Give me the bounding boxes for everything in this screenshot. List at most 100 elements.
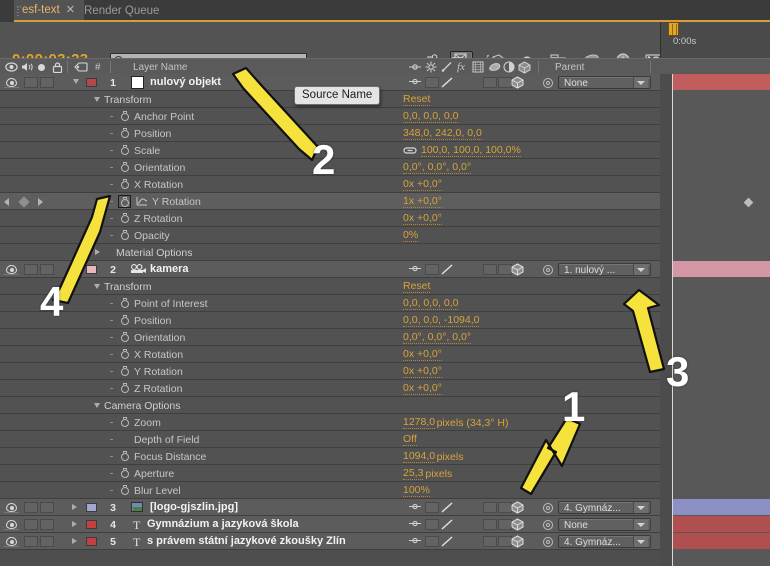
stopwatch-icon[interactable] [120, 162, 130, 173]
pick-whip-icon[interactable] [543, 520, 553, 530]
layer-duration-bar[interactable] [673, 74, 770, 90]
layer-twirl-toggle[interactable] [72, 538, 77, 544]
quality-switch[interactable] [425, 502, 439, 513]
solo-switch-toggle[interactable] [40, 519, 54, 530]
draft-quality-icon[interactable] [440, 263, 454, 278]
stopwatch-icon[interactable] [120, 485, 130, 496]
audio-switch-toggle[interactable] [24, 519, 38, 530]
frame-blend-switch[interactable] [498, 502, 512, 513]
add-keyframe-icon[interactable] [18, 195, 30, 208]
group-twirl-toggle[interactable] [95, 249, 100, 255]
property-name[interactable]: Point of Interest [134, 298, 208, 310]
stopwatch-icon[interactable] [120, 230, 130, 241]
group-twirl-toggle[interactable] [94, 403, 100, 408]
property-name[interactable]: Opacity [134, 230, 170, 242]
property-name[interactable]: Y Rotation [152, 196, 201, 208]
value-graph-icon[interactable] [136, 196, 148, 209]
property-value[interactable]: 0,0, 0,0, 0,0 [403, 111, 459, 123]
solo-switch-toggle[interactable] [40, 502, 54, 513]
property-value[interactable]: 0% [403, 230, 419, 242]
column-parent-header[interactable]: Parent [555, 62, 584, 73]
property-value[interactable]: 348,0, 242,0, 0,0 [403, 128, 482, 140]
layer-row[interactable]: 4 T Gymnázium a jazyková škola None [0, 516, 770, 533]
audio-switch-toggle[interactable] [24, 264, 38, 275]
group-twirl-toggle[interactable] [94, 97, 100, 102]
stopwatch-icon[interactable] [120, 315, 130, 326]
property-value[interactable]: 1x +0,0° [403, 196, 442, 208]
property-name[interactable]: X Rotation [134, 349, 183, 361]
a-v-features-icon[interactable] [408, 263, 422, 276]
layer-row[interactable]: 3 [logo-gjszlin.jpg] 4. Gymnáz... [0, 499, 770, 516]
property-name[interactable]: Orientation [134, 332, 185, 344]
video-switch-toggle[interactable] [5, 503, 18, 512]
effects-switch[interactable] [483, 502, 497, 513]
keyframe-navigator[interactable] [4, 195, 46, 208]
layer-duration-bar[interactable] [673, 516, 770, 532]
layer-twirl-toggle[interactable] [73, 79, 79, 84]
3d-layer-switch-icon[interactable] [511, 76, 524, 89]
parent-dropdown[interactable]: None [558, 518, 651, 531]
parent-dropdown[interactable]: 1. nulový ... [558, 263, 651, 276]
layer-name[interactable]: nulový objekt [150, 76, 221, 88]
property-group-name[interactable]: Transform [104, 281, 151, 293]
stopwatch-icon[interactable] [120, 332, 130, 343]
solo-switch-toggle[interactable] [40, 264, 54, 275]
layer-duration-bar[interactable] [673, 261, 770, 277]
video-switch-toggle[interactable] [5, 265, 18, 274]
property-name[interactable]: Zoom [134, 417, 161, 429]
property-value[interactable]: 0x +0,0° [403, 213, 442, 225]
layer-row[interactable]: 1 nulový objekt None [0, 74, 770, 91]
tab-render-queue[interactable]: Render Queue [76, 0, 168, 22]
property-name[interactable]: Aperture [134, 468, 174, 480]
current-time-indicator[interactable] [672, 74, 673, 566]
quality-switch[interactable] [425, 77, 439, 88]
property-name[interactable]: Z Rotation [134, 383, 182, 395]
property-value[interactable]: 0x +0,0° [403, 179, 442, 191]
quality-switch[interactable] [425, 264, 439, 275]
property-name[interactable]: Z Rotation [134, 213, 182, 225]
3d-layer-switch-icon[interactable] [511, 535, 524, 548]
layer-row[interactable]: 2 kamera 1. nulový ... [0, 261, 770, 278]
group-twirl-toggle[interactable] [94, 284, 100, 289]
property-group-name[interactable]: Camera Options [104, 400, 180, 412]
layer-duration-bar[interactable] [673, 533, 770, 549]
layer-duration-bar[interactable] [673, 499, 770, 515]
layer-name[interactable]: [logo-gjszlin.jpg] [150, 501, 238, 513]
audio-switch-toggle[interactable] [24, 77, 38, 88]
pick-whip-icon[interactable] [543, 265, 553, 275]
layer-row[interactable]: 5 Ts právem státní jazykové zkoušky Zlín 4… [0, 533, 770, 550]
timeline-ruler[interactable]: 0:00s [660, 22, 770, 58]
stopwatch-icon[interactable] [120, 179, 130, 190]
property-value[interactable]: 0x +0,0° [403, 349, 442, 361]
parent-dropdown[interactable]: None [558, 76, 651, 89]
label-color-swatch[interactable] [86, 265, 97, 274]
3d-layer-switch-icon[interactable] [511, 263, 524, 276]
property-value[interactable]: 1094,0 [403, 451, 436, 463]
current-time-indicator-handle[interactable] [668, 22, 679, 36]
layer-twirl-toggle[interactable] [72, 521, 77, 527]
a-v-features-icon[interactable] [408, 518, 422, 531]
label-color-swatch[interactable] [86, 520, 97, 529]
label-color-swatch[interactable] [86, 503, 97, 512]
video-switch-toggle[interactable] [5, 78, 18, 87]
draft-quality-icon[interactable] [440, 535, 454, 550]
layer-twirl-toggle[interactable] [73, 266, 79, 271]
effects-switch[interactable] [483, 519, 497, 530]
property-name[interactable]: Position [134, 128, 171, 140]
property-value[interactable]: 100% [403, 485, 430, 497]
effects-switch[interactable] [483, 77, 497, 88]
stopwatch-icon[interactable] [120, 128, 130, 139]
stopwatch-icon[interactable] [120, 383, 130, 394]
previous-keyframe-icon[interactable] [4, 197, 9, 206]
audio-switch-toggle[interactable] [24, 536, 38, 547]
property-group-name[interactable]: Transform [104, 94, 151, 106]
pick-whip-icon[interactable] [543, 537, 553, 547]
a-v-features-icon[interactable] [408, 76, 422, 89]
quality-switch[interactable] [425, 536, 439, 547]
layer-name[interactable]: s právem státní jazykové zkoušky Zlín [147, 535, 346, 547]
effects-switch[interactable] [483, 264, 497, 275]
draft-quality-icon[interactable] [440, 518, 454, 533]
frame-blend-switch[interactable] [498, 536, 512, 547]
column-layer-name-header[interactable]: Layer Name [133, 62, 187, 73]
parent-dropdown[interactable]: 4. Gymnáz... [558, 535, 651, 548]
